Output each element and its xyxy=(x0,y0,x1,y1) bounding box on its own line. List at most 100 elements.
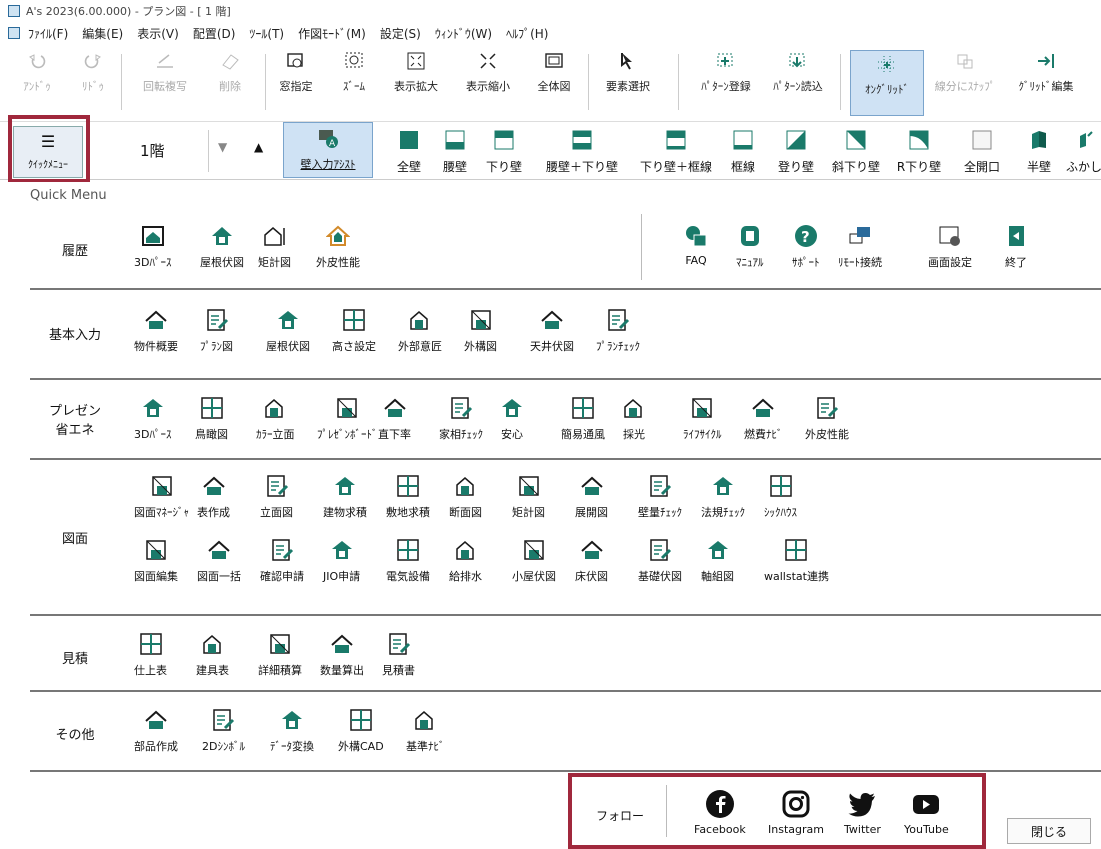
history-section-detail[interactable]: 矩計図 xyxy=(258,224,291,270)
undo-button[interactable]: ｱﾝﾄﾞｩ xyxy=(20,48,54,120)
half-wall-button[interactable]: 半壁 xyxy=(1024,122,1054,180)
estimate-item-2[interactable]: 建具表 xyxy=(196,632,229,678)
estimate-item-4[interactable]: 数量算出 xyxy=(320,632,364,678)
rotate-copy-button[interactable]: 回転複写 xyxy=(134,48,196,120)
drawing-r2-item-8[interactable]: 床伏図 xyxy=(575,538,608,584)
drawing-r1-item-9[interactable]: 壁量ﾁｪｯｸ xyxy=(638,474,682,520)
manual-button[interactable]: ﾏﾆｭｱﾙ xyxy=(736,224,764,270)
redo-button[interactable]: ﾘﾄﾞｩ xyxy=(76,48,110,120)
drawing-r1-item-6[interactable]: 断面図 xyxy=(449,474,482,520)
wall-waist-button[interactable]: 腰壁 xyxy=(440,122,470,180)
frame-line-button[interactable]: 框線 xyxy=(728,122,758,180)
drawing-r2-item-6[interactable]: 給排水 xyxy=(449,538,482,584)
drawing-r1-item-3[interactable]: 立面図 xyxy=(260,474,293,520)
present-item-7[interactable]: 安心 xyxy=(500,396,524,442)
menu-place[interactable]: 配置(D) xyxy=(193,25,236,42)
drawing-r2-item-1[interactable]: 図面編集 xyxy=(134,538,178,584)
menu-help[interactable]: ﾍﾙﾌﾟ(H) xyxy=(506,25,548,42)
on-grid-toggle[interactable]: ｵﾝｸﾞﾘｯﾄﾞ xyxy=(850,50,924,116)
drawing-r1-item-2[interactable]: 表作成 xyxy=(197,474,230,520)
drawing-r1-item-7[interactable]: 矩計図 xyxy=(512,474,545,520)
drawing-r2-item-5[interactable]: 電気設備 xyxy=(386,538,430,584)
present-item-9[interactable]: 採光 xyxy=(622,396,646,442)
present-item-4[interactable]: ﾌﾟﾚｾﾞﾝﾎﾞｰﾄﾞ xyxy=(317,396,378,442)
drawing-r1-item-4[interactable]: 建物求積 xyxy=(323,474,367,520)
wall-waist-drop-button[interactable]: 腰壁＋下り壁 xyxy=(540,122,624,180)
wall-input-assist-button[interactable]: A 壁入力ｱｼｽﾄ xyxy=(283,122,373,178)
youtube-link[interactable]: YouTube xyxy=(904,789,949,836)
drawing-r1-item-8[interactable]: 展開図 xyxy=(575,474,608,520)
history-3d-perspective[interactable]: 3Dﾊﾟｰｽ xyxy=(134,224,171,270)
present-item-8[interactable]: 簡易通風 xyxy=(561,396,605,442)
present-item-10[interactable]: ﾗｲﾌｻｲｸﾙ xyxy=(683,396,722,442)
pattern-load-button[interactable]: ﾊﾟﾀｰﾝ読込 xyxy=(766,48,830,120)
menu-draw-mode[interactable]: 作図ﾓｰﾄﾞ(M) xyxy=(298,25,366,42)
other-item-1[interactable]: 部品作成 xyxy=(134,708,178,754)
present-item-3[interactable]: ｶﾗｰ立面 xyxy=(256,396,295,442)
snap-segment-button[interactable]: 線分にｽﾅｯﾌﾟ xyxy=(932,48,998,120)
menu-settings[interactable]: 設定(S) xyxy=(380,25,421,42)
support-button[interactable]: ? ｻﾎﾟｰﾄ xyxy=(792,224,820,270)
basic-item-7[interactable]: 天井伏図 xyxy=(530,308,574,354)
drawing-r2-item-3[interactable]: 確認申請 xyxy=(260,538,304,584)
present-item-1[interactable]: 3Dﾊﾟｰｽ xyxy=(134,396,171,442)
pattern-register-button[interactable]: ﾊﾟﾀｰﾝ登録 xyxy=(694,48,758,120)
drawing-r1-item-1[interactable]: 図面ﾏﾈｰｼﾞｬ xyxy=(134,474,189,520)
menu-tool[interactable]: ﾂｰﾙ(T) xyxy=(249,25,284,42)
wall-drop-button[interactable]: 下り壁 xyxy=(484,122,524,180)
drawing-r1-item-10[interactable]: 法規ﾁｪｯｸ xyxy=(701,474,745,520)
drawing-r1-item-11[interactable]: ｼｯｸﾊｳｽ xyxy=(764,474,797,520)
twitter-link[interactable]: Twitter xyxy=(844,789,881,836)
menu-edit[interactable]: 編集(E) xyxy=(82,25,123,42)
element-select-button[interactable]: 要素選択 xyxy=(598,48,658,120)
basic-item-5[interactable]: 外部意匠 xyxy=(398,308,442,354)
present-item-2[interactable]: 鳥瞰図 xyxy=(195,396,228,442)
drawing-r2-item-7[interactable]: 小屋伏図 xyxy=(512,538,556,584)
basic-item-3[interactable]: 屋根伏図 xyxy=(266,308,310,354)
zoom-in-button[interactable]: 表示拡大 xyxy=(388,48,444,120)
history-roof-plan[interactable]: 屋根伏図 xyxy=(200,224,244,270)
window-select-button[interactable]: 窓指定 xyxy=(276,48,316,120)
drawing-r2-item-4[interactable]: JIO申請 xyxy=(323,538,360,584)
present-item-5[interactable]: 直下率 xyxy=(378,396,411,442)
drawing-r2-item-9[interactable]: 基礎伏図 xyxy=(638,538,682,584)
basic-item-1[interactable]: 物件概要 xyxy=(134,308,178,354)
wall-slant-drop-button[interactable]: 斜下り壁 xyxy=(830,122,882,180)
estimate-item-1[interactable]: 仕上表 xyxy=(134,632,167,678)
full-view-button[interactable]: 全体図 xyxy=(532,48,576,120)
fukashi-button[interactable]: ふかし xyxy=(1066,122,1101,180)
basic-item-2[interactable]: ﾌﾟﾗﾝ図 xyxy=(200,308,233,354)
facebook-link[interactable]: Facebook xyxy=(694,789,746,836)
history-envelope-performance[interactable]: 外皮性能 xyxy=(316,224,360,270)
menu-file[interactable]: ﾌｧｲﾙ(F) xyxy=(28,25,68,42)
present-item-12[interactable]: 外皮性能 xyxy=(805,396,849,442)
zoom-button[interactable]: ｽﾞｰﾑ xyxy=(334,48,374,120)
screen-settings-button[interactable]: 画面設定 xyxy=(928,224,972,270)
delete-button[interactable]: 削除 xyxy=(214,48,246,120)
wall-drop-frame-button[interactable]: 下り壁＋框線 xyxy=(634,122,718,180)
other-item-2[interactable]: 2Dｼﾝﾎﾞﾙ xyxy=(202,708,245,754)
estimate-item-5[interactable]: 見積書 xyxy=(382,632,415,678)
present-item-11[interactable]: 燃費ﾅﾋﾞ xyxy=(744,396,783,442)
faq-button[interactable]: FAQ xyxy=(684,224,708,267)
zoom-out-button[interactable]: 表示縮小 xyxy=(460,48,516,120)
full-opening-button[interactable]: 全開口 xyxy=(960,122,1004,180)
basic-item-8[interactable]: ﾌﾟﾗﾝﾁｪｯｸ xyxy=(596,308,640,354)
close-button[interactable]: 閉じる xyxy=(1007,818,1091,844)
present-item-6[interactable]: 家相ﾁｪｯｸ xyxy=(439,396,483,442)
basic-item-6[interactable]: 外構図 xyxy=(464,308,497,354)
instagram-link[interactable]: Instagram xyxy=(768,789,824,836)
other-item-3[interactable]: ﾃﾞｰﾀ変換 xyxy=(270,708,314,754)
drawing-r2-item-10[interactable]: 軸組図 xyxy=(701,538,734,584)
drawing-r2-item-2[interactable]: 図面一括 xyxy=(197,538,241,584)
app-menu-icon[interactable] xyxy=(8,27,20,39)
drawing-r1-item-5[interactable]: 敷地求積 xyxy=(386,474,430,520)
wall-full-button[interactable]: 全壁 xyxy=(394,122,424,180)
estimate-item-3[interactable]: 詳細積算 xyxy=(258,632,302,678)
menu-view[interactable]: 表示(V) xyxy=(137,25,179,42)
other-item-5[interactable]: 基準ﾅﾋﾞ xyxy=(406,708,445,754)
remote-connect-button[interactable]: ﾘﾓｰﾄ接続 xyxy=(838,224,882,270)
grid-edit-button[interactable]: ｸﾞﾘｯﾄﾞ編集 xyxy=(1012,48,1080,120)
basic-item-4[interactable]: 高さ設定 xyxy=(332,308,376,354)
wall-r-drop-button[interactable]: R下り壁 xyxy=(894,122,944,180)
